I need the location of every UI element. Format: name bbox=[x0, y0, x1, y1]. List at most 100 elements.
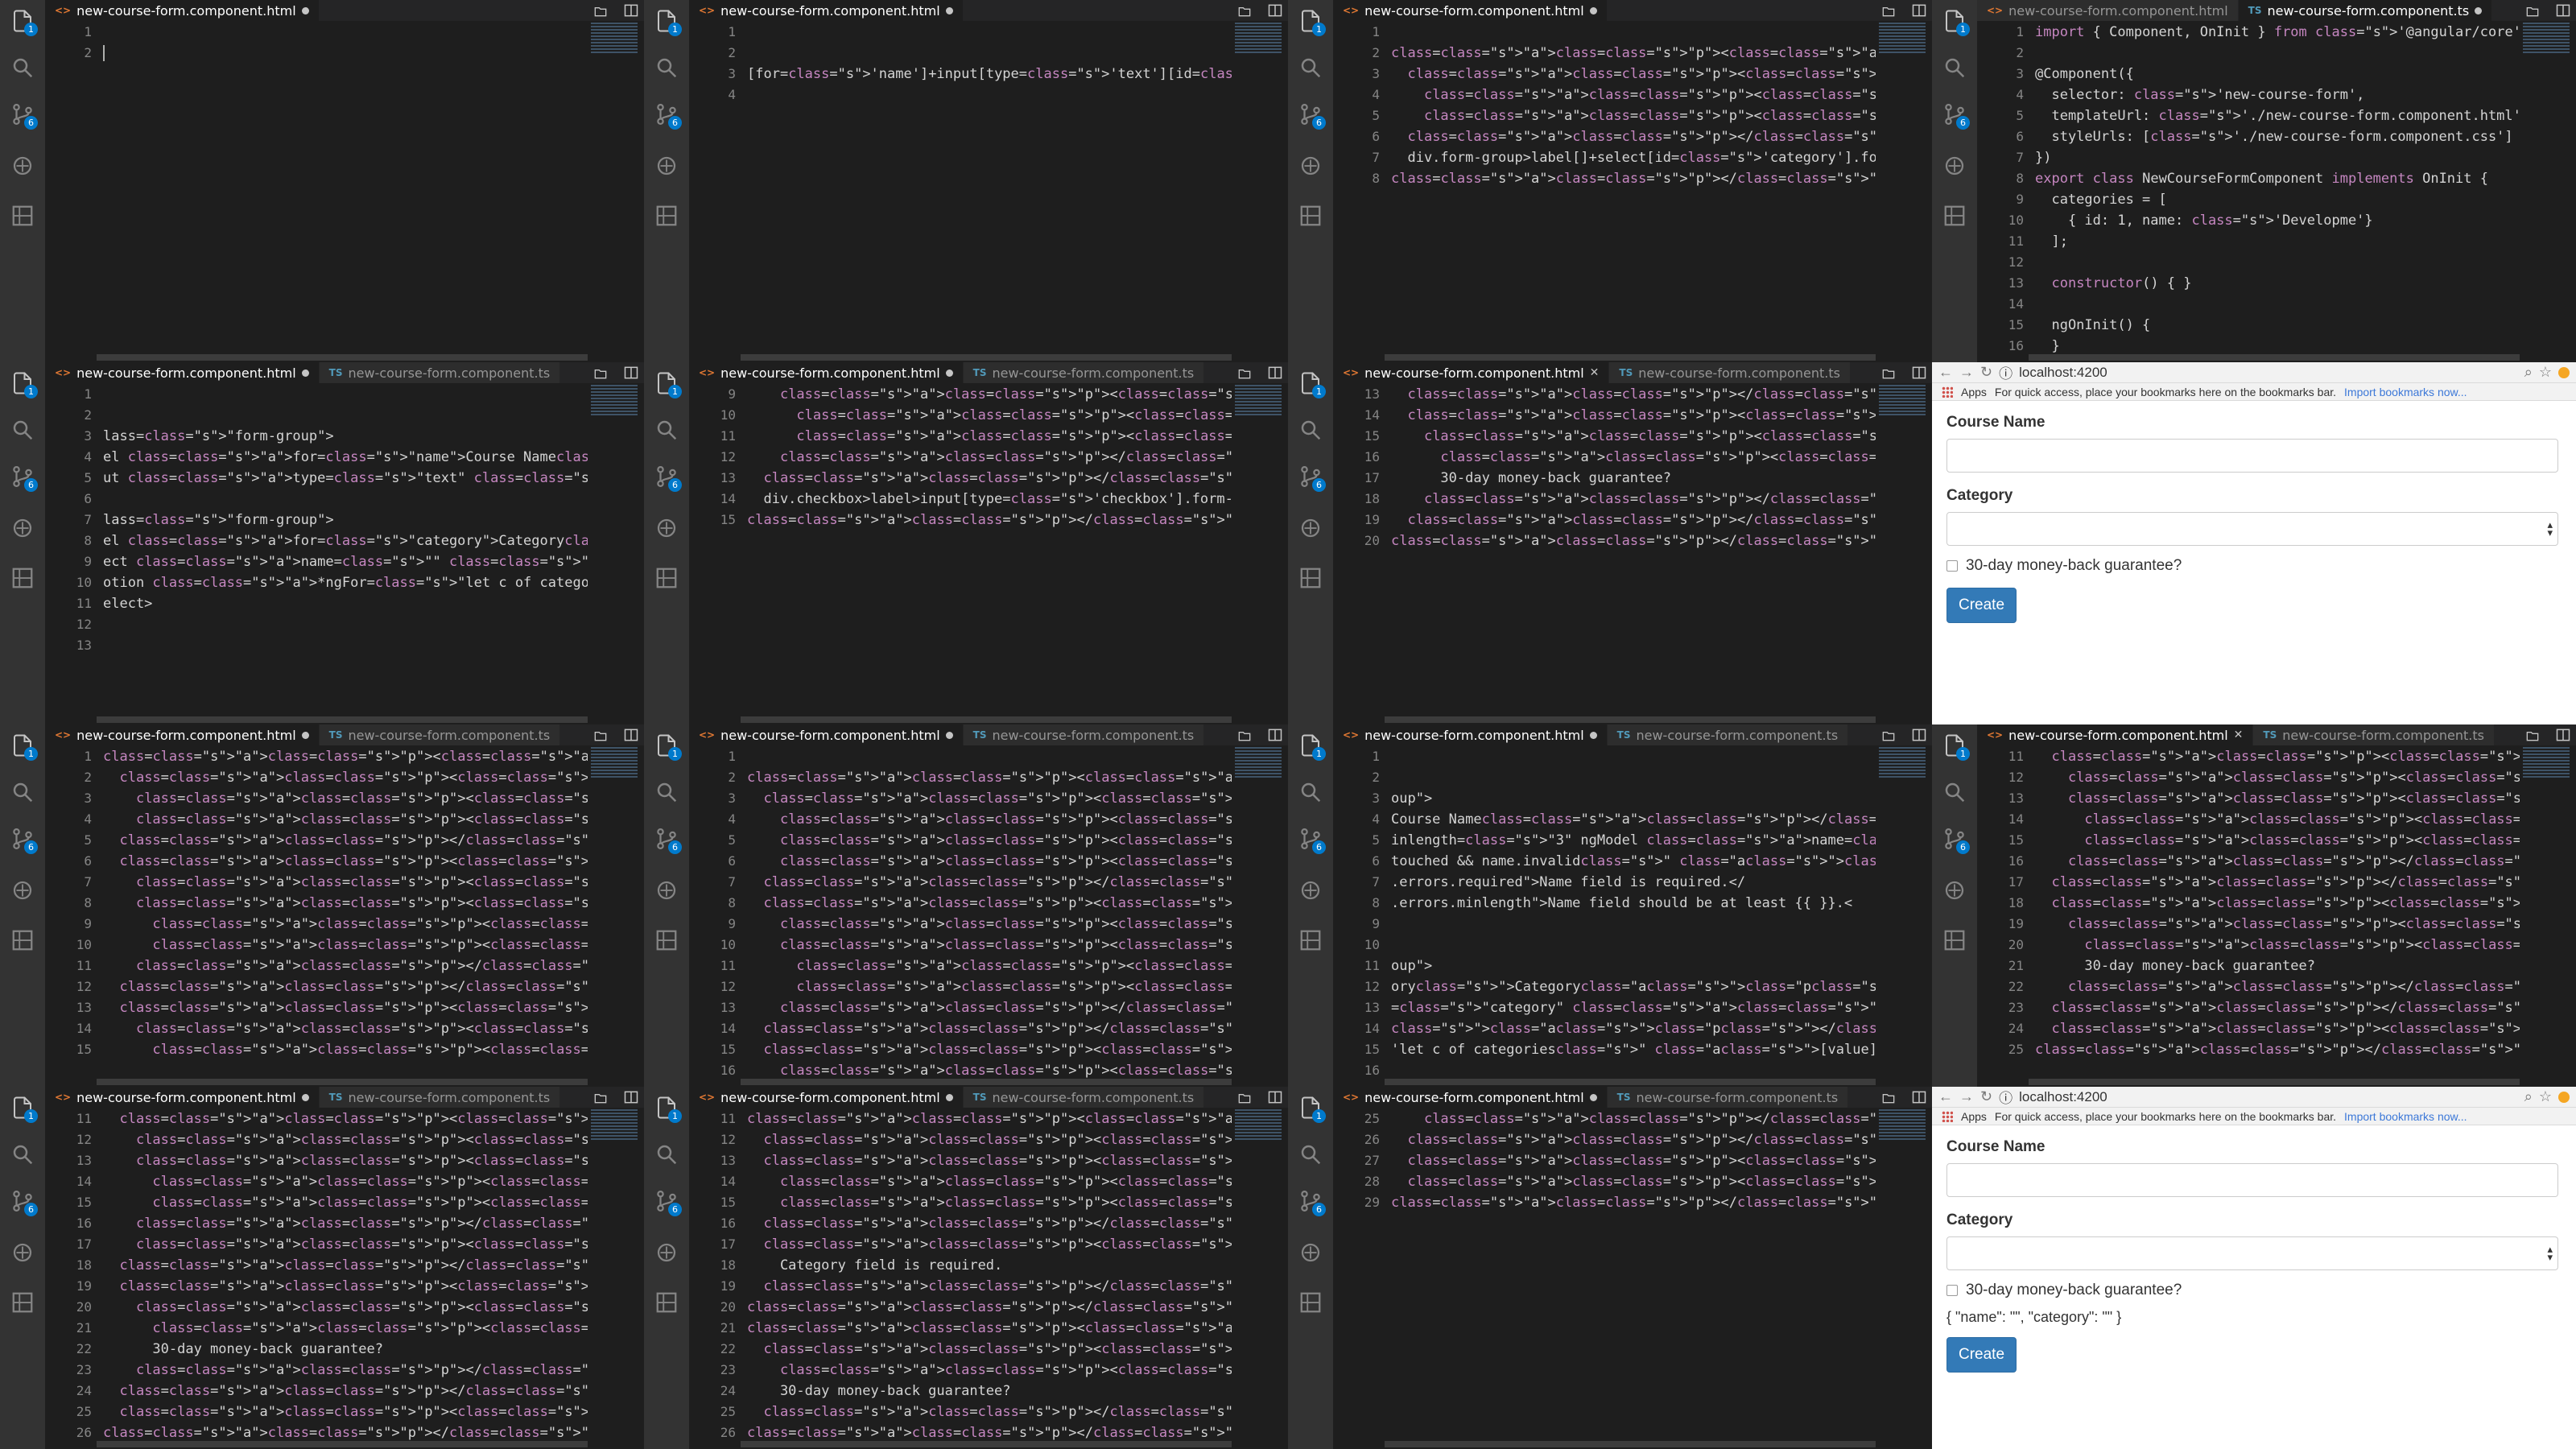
code-line[interactable]: class=class="s">"a">class=class="s">"p">… bbox=[747, 470, 1232, 486]
code-line[interactable]: =class="s">"category" class=class="s">"a… bbox=[1391, 1000, 1876, 1016]
minimap[interactable] bbox=[591, 1109, 638, 1141]
code-line[interactable]: class=class="s">"a">class=class="s">"p">… bbox=[747, 1425, 1232, 1441]
code-line[interactable]: class=class="s">"a">class=class="s">"p">… bbox=[1391, 129, 1876, 145]
source-control-icon[interactable]: 6 bbox=[10, 826, 38, 854]
code-line[interactable]: class=class="s">"a">class=class="s">"p">… bbox=[103, 1236, 588, 1253]
code-line[interactable]: lass=class="s">"form-group"> bbox=[103, 512, 588, 528]
code-line[interactable]: class=class="s">"a">class=class="s">"p">… bbox=[747, 874, 1232, 890]
code-line[interactable]: [for=class="s">'name']+input[type=class=… bbox=[747, 66, 1232, 82]
code-line[interactable]: class=class="s">"a">class=class="s">"p">… bbox=[747, 512, 1232, 528]
code-line[interactable]: class=class="s">"a">class=class="s">"p">… bbox=[103, 916, 588, 932]
code-line[interactable]: class=class="s">"a">class=class="s">"p">… bbox=[1391, 428, 1876, 444]
code-line[interactable]: class=class="s">"a">class=class="s">"p">… bbox=[103, 1021, 588, 1037]
horizontal-scrollbar[interactable] bbox=[97, 716, 588, 723]
explorer-icon[interactable]: 1 bbox=[10, 8, 38, 36]
code-line[interactable]: class=class="s">"a">class=class="s">"p">… bbox=[1391, 171, 1876, 187]
explorer-icon[interactable]: 1 bbox=[654, 1095, 682, 1123]
tab-ts[interactable]: TS new-course-form.component.ts bbox=[319, 1087, 561, 1108]
tab-ts[interactable]: TS new-course-form.component.ts bbox=[963, 1087, 1205, 1108]
apps-label[interactable]: Apps bbox=[1961, 1110, 1987, 1123]
code-line[interactable]: class=class="s">"a">class=class="s">"p">… bbox=[2035, 979, 2520, 995]
explorer-icon[interactable]: 1 bbox=[10, 733, 38, 761]
debug-icon[interactable] bbox=[10, 515, 35, 541]
source-control-icon[interactable]: 6 bbox=[1942, 101, 1970, 130]
source-control-icon[interactable]: 6 bbox=[1298, 826, 1326, 854]
horizontal-scrollbar[interactable] bbox=[741, 716, 1232, 723]
code-line[interactable]: selector: class="s">'new-course-form', bbox=[2035, 87, 2520, 103]
extensions-icon[interactable] bbox=[10, 1290, 35, 1315]
code-line[interactable]: class=class="s">"a">class=class="s">"p">… bbox=[747, 770, 1232, 786]
code-line[interactable]: 30-day money-back guarantee? bbox=[103, 1341, 588, 1357]
code-line[interactable]: oup"> bbox=[1391, 791, 1876, 807]
code-line[interactable]: ]; bbox=[2035, 233, 2520, 250]
code-line[interactable]: class=class="s">"a">class=class="s">"p">… bbox=[747, 407, 1232, 423]
debug-icon[interactable] bbox=[10, 1240, 35, 1265]
code-line[interactable]: class=class="s">"a">class=class="s">"p">… bbox=[1391, 87, 1876, 103]
code-line[interactable]: class=class="s">"a">class=class="s">"p">… bbox=[103, 895, 588, 911]
horizontal-scrollbar[interactable] bbox=[741, 1079, 1232, 1085]
horizontal-scrollbar[interactable] bbox=[1385, 1079, 1876, 1085]
code-line[interactable]: 30-day money-back guarantee? bbox=[1391, 470, 1876, 486]
tab-ts[interactable]: TS new-course-form.component.ts bbox=[2253, 724, 2495, 745]
minimap[interactable] bbox=[591, 747, 638, 779]
code-line[interactable]: class=class="s">"a">class=class="s">"p">… bbox=[1391, 512, 1876, 528]
search-icon[interactable] bbox=[654, 779, 679, 805]
minimap[interactable] bbox=[1879, 385, 1926, 417]
horizontal-scrollbar[interactable] bbox=[1385, 354, 1876, 361]
code-line[interactable]: class=class="s">"a">class=class="s">"p">… bbox=[1391, 108, 1876, 124]
tab-html[interactable]: <> new-course-form.component.html bbox=[45, 362, 320, 383]
source-control-icon[interactable]: 6 bbox=[654, 1188, 682, 1216]
code-editor[interactable]: 1 class=class="s">"a">class=class="s">"p"… bbox=[45, 745, 644, 1087]
back-icon[interactable]: ← bbox=[1938, 364, 1953, 381]
code-line[interactable]: class=class="s">"a">class=class="s">"p">… bbox=[103, 791, 588, 807]
code-line[interactable]: constructor() { } bbox=[2035, 275, 2520, 291]
code-editor[interactable]: 1 import { Component, OnInit } from class… bbox=[1977, 21, 2576, 362]
search-icon[interactable] bbox=[654, 55, 679, 80]
code-line[interactable]: class="s">">class="aclass="s">">class="p… bbox=[1391, 1021, 1876, 1037]
split-editor-icon[interactable] bbox=[1267, 365, 1283, 384]
source-control-icon[interactable]: 6 bbox=[654, 826, 682, 854]
code-line[interactable]: class=class="s">"a">class=class="s">"p">… bbox=[103, 1257, 588, 1274]
split-editor-icon[interactable] bbox=[1911, 727, 1927, 746]
code-line[interactable]: class=class="s">"a">class=class="s">"p">… bbox=[2035, 1042, 2520, 1058]
extensions-icon[interactable] bbox=[10, 927, 35, 953]
explorer-icon[interactable]: 1 bbox=[1942, 8, 1970, 36]
extensions-icon[interactable] bbox=[1298, 927, 1323, 953]
code-editor[interactable]: 9 class=class="s">"a">class=class="s">"p… bbox=[689, 383, 1288, 724]
code-line[interactable]: elect> bbox=[103, 596, 588, 612]
debug-icon[interactable] bbox=[1298, 1240, 1323, 1265]
tab-html[interactable]: <> new-course-form.component.html bbox=[1977, 0, 2239, 21]
code-line[interactable]: class=class="s">"a">class=class="s">"p">… bbox=[1391, 45, 1876, 61]
code-line[interactable]: class=class="s">"a">class=class="s">"p">… bbox=[2035, 749, 2520, 765]
minimap[interactable] bbox=[591, 385, 638, 417]
code-line[interactable]: class=class="s">"a">class=class="s">"p">… bbox=[747, 1236, 1232, 1253]
extensions-icon[interactable] bbox=[1942, 927, 1967, 953]
open-changes-icon[interactable] bbox=[592, 2, 609, 22]
code-line[interactable]: class=class="s">"a">class=class="s">"p">… bbox=[2035, 1000, 2520, 1016]
code-line[interactable]: class=class="s">"a">class=class="s">"p">… bbox=[1391, 386, 1876, 402]
open-changes-icon[interactable] bbox=[1880, 365, 1897, 384]
forward-icon[interactable]: → bbox=[1959, 1088, 1974, 1105]
source-control-icon[interactable]: 6 bbox=[1298, 464, 1326, 492]
code-line[interactable]: .errors.required">Name field is required… bbox=[1391, 874, 1876, 890]
code-editor[interactable]: 25 class=class="s">"a">class=class="s">"… bbox=[1333, 1108, 1932, 1449]
minimap[interactable] bbox=[2523, 747, 2570, 779]
code-line[interactable]: class=class="s">"a">class=class="s">"p">… bbox=[103, 1425, 588, 1441]
split-editor-icon[interactable] bbox=[623, 2, 639, 22]
tab-ts[interactable]: TS new-course-form.component.ts bbox=[963, 724, 1205, 745]
extension-icon[interactable] bbox=[2558, 1091, 2570, 1103]
code-line[interactable]: class=class="s">"a">class=class="s">"p">… bbox=[103, 874, 588, 890]
open-changes-icon[interactable] bbox=[2524, 2, 2541, 22]
debug-icon[interactable] bbox=[1298, 877, 1323, 903]
code-line[interactable]: class=class="s">"a">class=class="s">"p">… bbox=[2035, 1021, 2520, 1037]
code-line[interactable]: class=class="s">"a">class=class="s">"p">… bbox=[1391, 407, 1876, 423]
unsaved-dot-icon[interactable] bbox=[1589, 731, 1597, 739]
explorer-icon[interactable]: 1 bbox=[1298, 733, 1326, 761]
code-line[interactable]: class=class="s">"a">class=class="s">"p">… bbox=[2035, 791, 2520, 807]
tab-html[interactable]: <> new-course-form.component.html bbox=[45, 724, 320, 745]
debug-icon[interactable] bbox=[1942, 877, 1967, 903]
code-line[interactable]: touched && name.invalidclass="s">" class… bbox=[1391, 853, 1876, 869]
code-line[interactable]: div.form-group>label[]+select[id=class="… bbox=[1391, 150, 1876, 166]
code-line[interactable]: class=class="s">"a">class=class="s">"p">… bbox=[1391, 1174, 1876, 1190]
code-line[interactable]: class=class="s">"a">class=class="s">"p">… bbox=[103, 1362, 588, 1378]
